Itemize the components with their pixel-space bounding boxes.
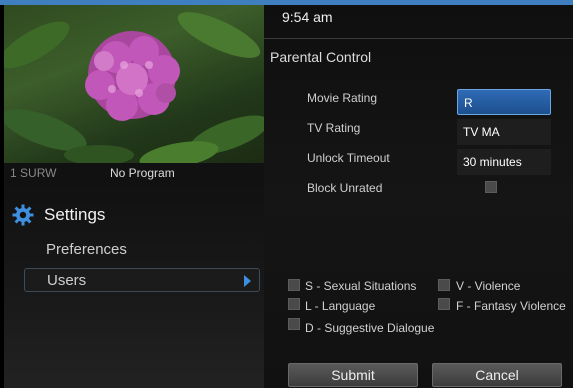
submit-button[interactable]: Submit: [288, 363, 418, 387]
cancel-button[interactable]: Cancel: [432, 363, 562, 387]
program-title: No Program: [110, 166, 175, 180]
movie-rating-label: Movie Rating: [307, 91, 378, 105]
menu-item-label: Users: [47, 272, 87, 289]
menu-item-preferences[interactable]: Preferences: [24, 238, 260, 262]
settings-menu: Settings Preferences Users: [4, 183, 264, 388]
tv-rating-select[interactable]: TV MA: [457, 119, 551, 145]
menu-item-label: Preferences: [46, 241, 127, 258]
filter-language-label: L - Language: [305, 299, 376, 313]
section-title: Parental Control: [270, 49, 372, 65]
clock: 9:54 am: [282, 9, 333, 25]
channel-bar: 1 SURW No Program: [4, 163, 264, 183]
block-unrated-label: Block Unrated: [307, 181, 383, 195]
gear-icon: [12, 204, 34, 226]
settings-header: Settings: [12, 203, 105, 227]
filter-language-checkbox[interactable]: [288, 298, 300, 310]
header-divider: [264, 38, 573, 39]
menu-item-users[interactable]: Users: [24, 268, 260, 292]
filter-dialogue-label: D - Suggestive Dialogue: [305, 321, 435, 335]
tv-rating-label: TV Rating: [307, 121, 361, 135]
filter-fantasy-violence-checkbox[interactable]: [438, 298, 450, 310]
movie-rating-select[interactable]: R: [457, 89, 551, 115]
unlock-timeout-label: Unlock Timeout: [307, 151, 390, 165]
flower-image: [4, 12, 264, 163]
filter-sexual-checkbox[interactable]: [288, 279, 300, 291]
settings-title: Settings: [44, 205, 106, 224]
filter-dialogue-checkbox[interactable]: [288, 318, 300, 330]
filter-violence-checkbox[interactable]: [438, 279, 450, 291]
filter-violence-label: V - Violence: [456, 279, 521, 293]
filter-sexual-label: S - Sexual Situations: [305, 279, 417, 293]
chevron-right-icon: [244, 275, 251, 287]
block-unrated-checkbox[interactable]: [485, 181, 497, 193]
parental-control-panel: 9:54 am Parental Control Movie Rating R …: [264, 5, 573, 388]
channel-id: 1 SURW: [10, 166, 57, 180]
filter-fantasy-violence-label: F - Fantasy Violence: [456, 299, 566, 313]
tv-preview: [4, 5, 264, 163]
unlock-timeout-select[interactable]: 30 minutes: [457, 149, 551, 175]
